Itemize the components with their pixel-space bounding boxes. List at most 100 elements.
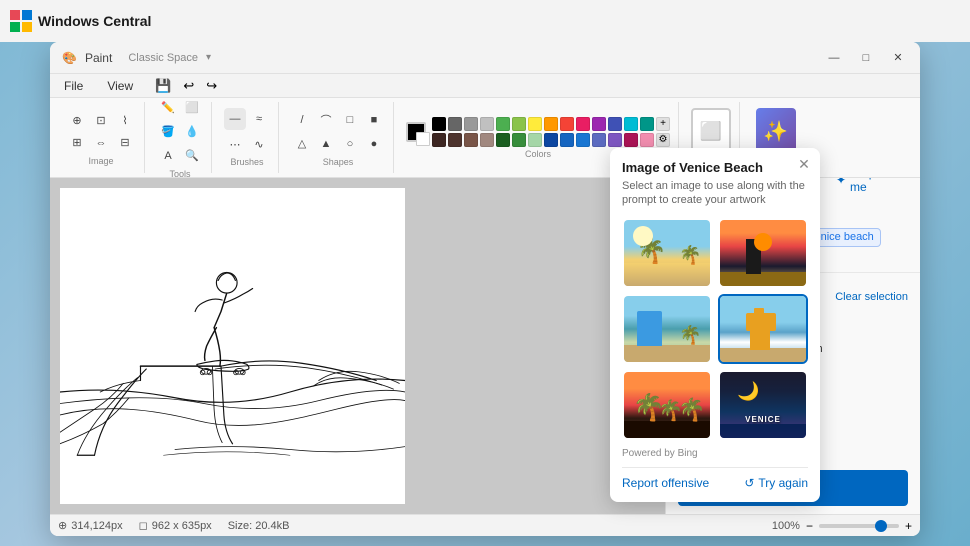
venice-sign: VENICE — [745, 415, 781, 424]
color-rose[interactable] — [640, 133, 654, 147]
canvas-icon: ◻ — [139, 519, 148, 532]
shape-ellipse-fill[interactable]: ● — [363, 133, 385, 155]
menu-view[interactable]: View — [101, 77, 139, 95]
color-midgreen[interactable] — [512, 133, 526, 147]
shape-curve[interactable]: ⌒ — [315, 109, 337, 131]
eraser-tool[interactable]: ⬜ — [181, 97, 203, 119]
beach-image-6[interactable]: VENICE 🌙 — [718, 370, 808, 440]
brush-btn-2[interactable]: ≈ — [248, 108, 270, 130]
color-lightgray[interactable] — [480, 117, 494, 131]
canvas-drawing[interactable] — [60, 188, 405, 504]
color-darkgreen[interactable] — [496, 133, 510, 147]
zoom-out-btn[interactable]: − — [806, 519, 813, 533]
minimize-button[interactable]: — — [820, 48, 848, 68]
beach-image-1[interactable]: 🌴 🌴 — [622, 218, 712, 288]
color-dark2[interactable] — [448, 133, 462, 147]
beach-image-3[interactable]: 🌴 — [622, 294, 712, 364]
color-row-1: + — [432, 117, 670, 131]
zoom-tool[interactable]: 🔍 — [181, 145, 203, 167]
position-indicator: ⊕ 314,124px — [58, 519, 123, 532]
warp-tool[interactable]: ⌇ — [114, 110, 136, 132]
zoom-in-btn[interactable]: + — [905, 519, 912, 533]
shape-tri-fill[interactable]: ▲ — [315, 133, 337, 155]
window-controls: — □ ✕ — [820, 48, 912, 68]
surprise-me-button[interactable]: ✦ Surprise me — [836, 178, 908, 194]
flip-tool[interactable]: ⇔ — [90, 132, 112, 154]
shape-tri[interactable]: △ — [291, 133, 313, 155]
close-popup-button[interactable]: ✕ — [794, 154, 814, 174]
color-blue2[interactable] — [560, 133, 574, 147]
os-titlebar: Windows Central — [0, 0, 970, 42]
image-picker-popup: ✕ Image of Venice Beach Select an image … — [610, 148, 820, 502]
menu-file[interactable]: File — [58, 77, 89, 95]
crop-tool[interactable]: ⊡ — [90, 110, 112, 132]
zoom-thumb[interactable] — [875, 520, 887, 532]
color-add[interactable]: + — [656, 117, 670, 131]
color-green2[interactable] — [512, 117, 526, 131]
color-purple[interactable] — [592, 117, 606, 131]
color-gear[interactable]: ⚙ — [656, 133, 670, 147]
canvas-size-indicator: ◻ 962 x 635px — [139, 519, 212, 532]
color-brown2[interactable] — [480, 133, 494, 147]
color-darkgray[interactable] — [448, 117, 462, 131]
eyedropper-tool[interactable]: 💧 — [181, 121, 203, 143]
color-pink[interactable] — [576, 117, 590, 131]
color-brown1[interactable] — [464, 133, 478, 147]
color-blue3[interactable] — [576, 133, 590, 147]
text-tool[interactable]: A — [157, 145, 179, 167]
color-dark1[interactable] — [432, 133, 446, 147]
pencil-tool[interactable]: ✏️ — [157, 97, 179, 119]
position-icon: ⊕ — [58, 519, 67, 532]
brush-btn-1[interactable]: — — [224, 108, 246, 130]
color-lightgreen[interactable] — [528, 133, 542, 147]
close-button[interactable]: ✕ — [884, 48, 912, 68]
beach-image-5[interactable]: 🌴 🌴 🌴 — [622, 370, 712, 440]
move-tool[interactable]: ⊕ — [66, 110, 88, 132]
beach-image-2[interactable] — [718, 218, 808, 288]
color-red[interactable] — [560, 117, 574, 131]
fill-tool[interactable]: 🪣 — [157, 121, 179, 143]
try-again-btn[interactable]: ↺ Try again — [744, 476, 808, 490]
shape-line[interactable]: / — [291, 109, 313, 131]
zoom-control: 100% − + — [772, 519, 912, 533]
image-section-label: Image — [88, 156, 113, 166]
undo-icon[interactable]: ↩ — [183, 78, 194, 94]
resize-tool[interactable]: ⊞ — [66, 132, 88, 154]
color-row-2: ⚙ — [432, 133, 670, 147]
color-blue1[interactable] — [608, 117, 622, 131]
color-yellow[interactable] — [528, 117, 542, 131]
menu-bar: File View 💾 ↩ ↪ — [50, 74, 920, 98]
color-magenta[interactable] — [624, 133, 638, 147]
color-darkblue[interactable] — [544, 133, 558, 147]
window-titlebar: 🎨 Paint Classic Space ▾ — □ ✕ — [50, 42, 920, 74]
color-violet[interactable] — [608, 133, 622, 147]
brush-btn-3[interactable]: ⋯ — [224, 133, 246, 155]
shape-rect-fill[interactable]: ■ — [363, 109, 385, 131]
color-palette: + — [432, 117, 670, 147]
tools-section-label: Tools — [169, 169, 190, 179]
color-indigo[interactable] — [592, 133, 606, 147]
report-offensive-btn[interactable]: Report offensive — [622, 476, 709, 490]
color-green1[interactable] — [496, 117, 510, 131]
color-gray[interactable] — [464, 117, 478, 131]
site-title: Windows Central — [38, 13, 151, 29]
save-icon[interactable]: 💾 — [155, 78, 171, 94]
popup-title: Image of Venice Beach — [622, 160, 808, 175]
dropdown-arrow[interactable]: ▾ — [206, 52, 211, 63]
arrange-tool[interactable]: ⊟ — [114, 132, 136, 154]
maximize-button[interactable]: □ — [852, 48, 880, 68]
brush-btn-4[interactable]: ∿ — [248, 133, 270, 155]
image-grid: 🌴 🌴 🌴 — [622, 218, 808, 440]
redo-icon[interactable]: ↪ — [206, 78, 217, 94]
color-cyan[interactable] — [624, 117, 638, 131]
popup-subtitle: Select an image to use along with the pr… — [622, 179, 808, 208]
zoom-slider[interactable] — [819, 524, 899, 528]
shape-ellipse[interactable]: ○ — [339, 133, 361, 155]
clear-selection-btn[interactable]: Clear selection — [835, 281, 908, 313]
shape-rect[interactable]: □ — [339, 109, 361, 131]
color-orange[interactable] — [544, 117, 558, 131]
canvas-container — [50, 178, 665, 514]
color-black[interactable] — [432, 117, 446, 131]
color-teal[interactable] — [640, 117, 654, 131]
beach-image-4[interactable] — [718, 294, 808, 364]
